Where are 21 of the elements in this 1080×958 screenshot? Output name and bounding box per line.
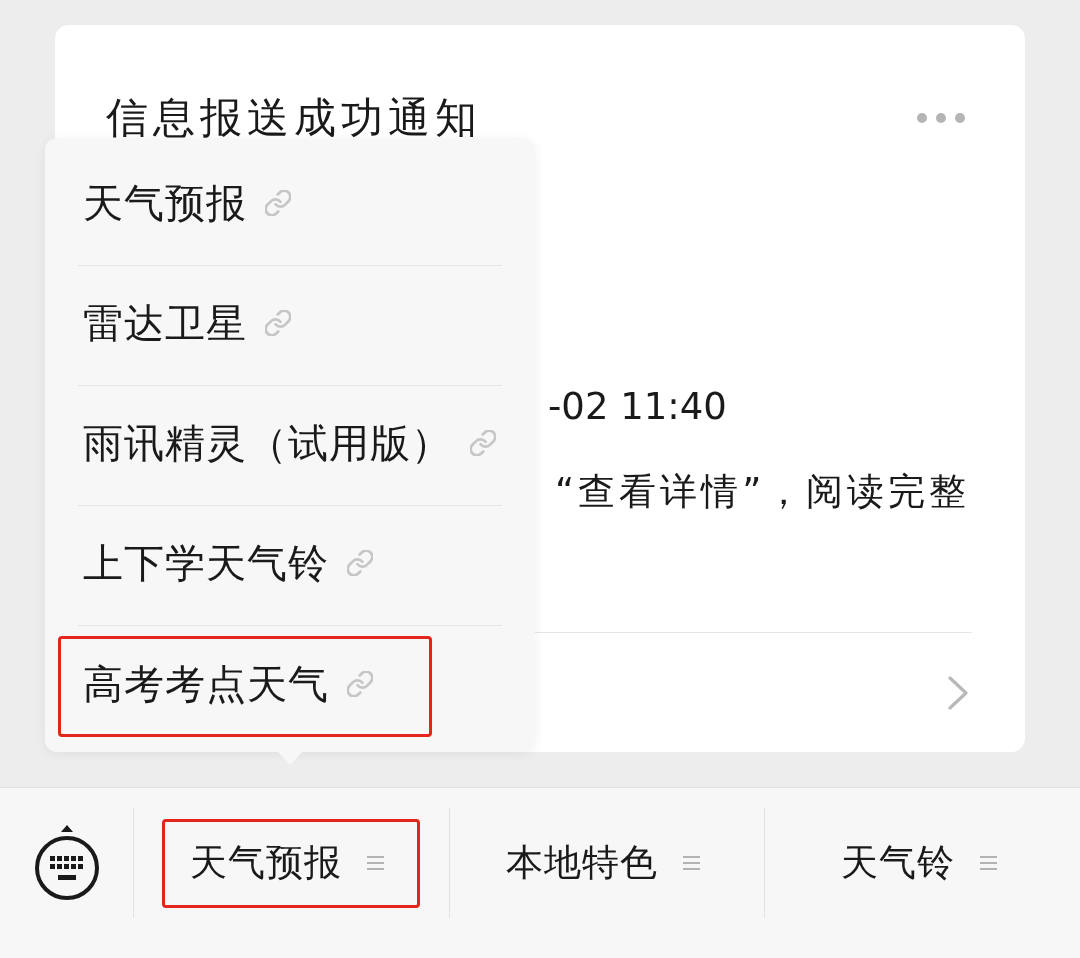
menu-item[interactable]: 高考考点天气 xyxy=(58,635,432,737)
message-text: -02 11:40 xyxy=(548,384,727,430)
menu-item[interactable]: 天气预报 xyxy=(58,155,350,256)
link-icon xyxy=(347,670,373,697)
menu-icon xyxy=(367,855,385,870)
link-icon xyxy=(265,310,291,336)
menu-item[interactable]: 雷达卫星 xyxy=(58,275,350,376)
link-icon xyxy=(470,430,496,456)
menu-tab[interactable]: 天气铃 xyxy=(812,818,1033,908)
menu-icon xyxy=(979,855,997,870)
menu-tab[interactable]: 天气预报 xyxy=(162,818,421,908)
menu-icon xyxy=(683,855,700,870)
link-icon xyxy=(265,190,291,216)
menu-item[interactable]: 雨讯精灵（试用版） xyxy=(58,395,502,496)
keyboard-icon[interactable] xyxy=(33,825,100,901)
menu-tab[interactable]: 本地特色 xyxy=(478,818,736,908)
chevron-right-icon xyxy=(948,675,968,710)
message-text: “查看详情”，阅读完整 xyxy=(555,469,971,515)
card-title: 信息报送成功通知 xyxy=(106,92,482,144)
link-icon xyxy=(347,550,373,576)
menu-item[interactable]: 上下学天气铃 xyxy=(58,515,432,616)
